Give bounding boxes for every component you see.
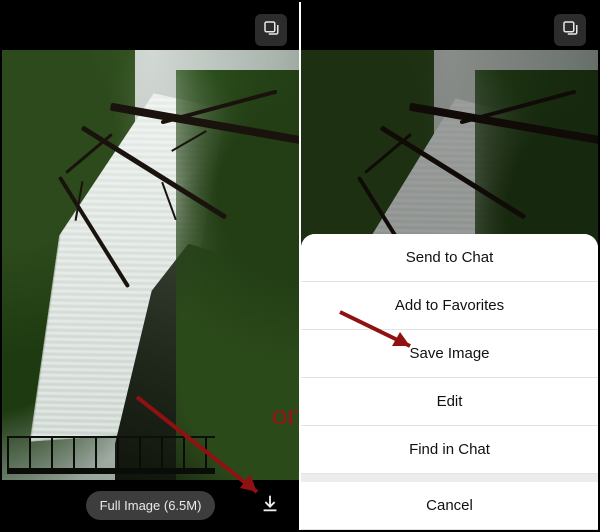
annotation-arrow-download xyxy=(122,382,292,522)
menu-edit[interactable]: Edit xyxy=(301,378,598,426)
menu-cancel[interactable]: Cancel xyxy=(301,482,598,530)
action-sheet: Send to Chat Add to Favorites Save Image… xyxy=(301,234,598,530)
gallery-icon-button[interactable] xyxy=(255,14,287,46)
annotation-arrow-save-image xyxy=(332,304,432,364)
gallery-icon xyxy=(561,19,579,42)
sheet-separator xyxy=(301,474,598,482)
menu-find-in-chat[interactable]: Find in Chat xyxy=(301,426,598,474)
menu-send-to-chat[interactable]: Send to Chat xyxy=(301,234,598,282)
image-viewer-right: Send to Chat Add to Favorites Save Image… xyxy=(301,2,598,530)
gallery-icon-button[interactable] xyxy=(554,14,586,46)
gallery-icon xyxy=(262,19,280,42)
